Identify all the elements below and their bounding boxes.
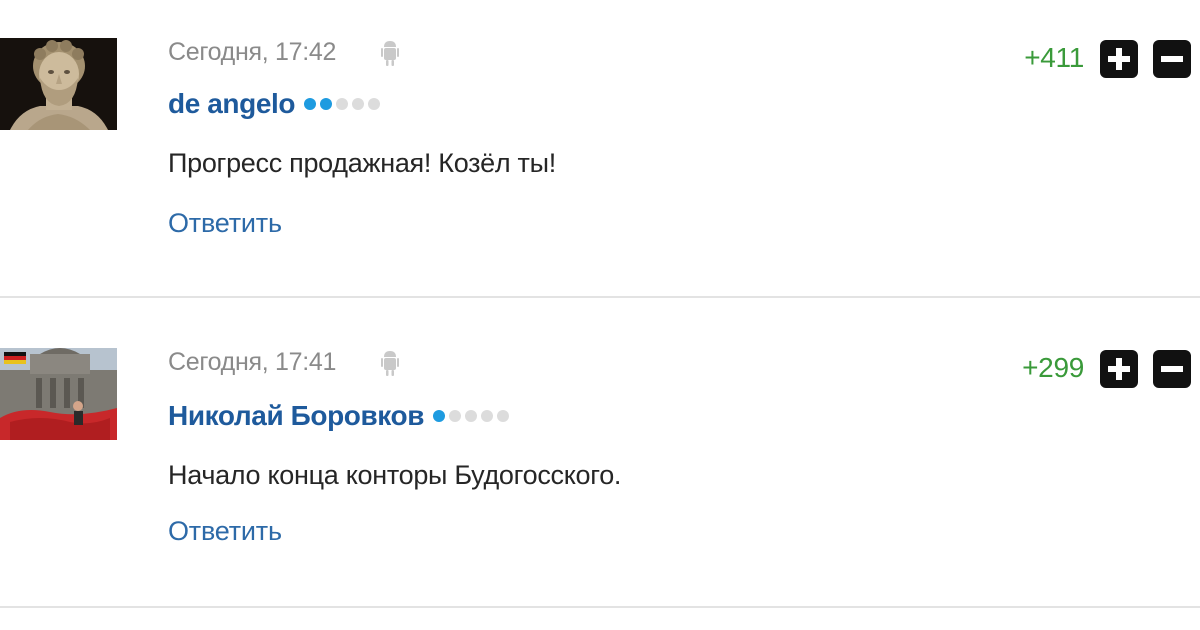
rating-dot: [304, 98, 317, 110]
plus-icon: [1108, 48, 1130, 70]
comment-text: Прогресс продажная! Козёл ты!: [168, 148, 556, 178]
android-icon: [381, 349, 399, 377]
user-rating-dots: [304, 98, 381, 110]
plus-icon: [1108, 358, 1130, 380]
comments-page: Сегодня, 17:42 de angelo Прогресс продаж…: [0, 0, 1200, 630]
comment-text: Начало конца конторы Будогосского.: [168, 460, 622, 490]
rating-dot: [320, 98, 333, 110]
rating-dot: [368, 98, 381, 110]
rating-dot: [449, 410, 462, 422]
vote-up-button[interactable]: [1100, 350, 1138, 388]
author-line: Николай Боровков: [168, 400, 510, 432]
rating-dot: [433, 410, 446, 422]
minus-icon: [1161, 56, 1183, 62]
user-avatar[interactable]: [0, 348, 117, 440]
comment-score: +299: [1022, 352, 1084, 383]
user-avatar[interactable]: [0, 38, 117, 130]
bust-statue-avatar: [0, 38, 117, 130]
reichstag-flag-avatar: [0, 348, 117, 440]
comment-item: Сегодня, 17:41 Николай Боровков Начало к…: [0, 298, 1200, 608]
comment-score: +411: [1024, 42, 1084, 73]
rating-dot: [497, 410, 510, 422]
rating-dot: [465, 410, 478, 422]
vote-down-button[interactable]: [1153, 350, 1191, 388]
vote-down-button[interactable]: [1153, 40, 1191, 78]
reply-link[interactable]: Ответить: [168, 208, 282, 239]
author-name[interactable]: de angelo: [168, 88, 295, 120]
reply-link[interactable]: Ответить: [168, 516, 282, 547]
author-line: de angelo: [168, 88, 381, 120]
user-rating-dots: [433, 410, 510, 422]
comment-timestamp: Сегодня, 17:42: [168, 38, 337, 66]
rating-dot: [352, 98, 365, 110]
comment-item: Сегодня, 17:42 de angelo Прогресс продаж…: [0, 0, 1200, 298]
comment-timestamp: Сегодня, 17:41: [168, 348, 337, 376]
android-icon: [381, 39, 399, 67]
rating-dot: [336, 98, 349, 110]
author-name[interactable]: Николай Боровков: [168, 400, 424, 432]
minus-icon: [1161, 366, 1183, 372]
vote-up-button[interactable]: [1100, 40, 1138, 78]
rating-dot: [481, 410, 494, 422]
comment-divider: [0, 606, 1200, 608]
